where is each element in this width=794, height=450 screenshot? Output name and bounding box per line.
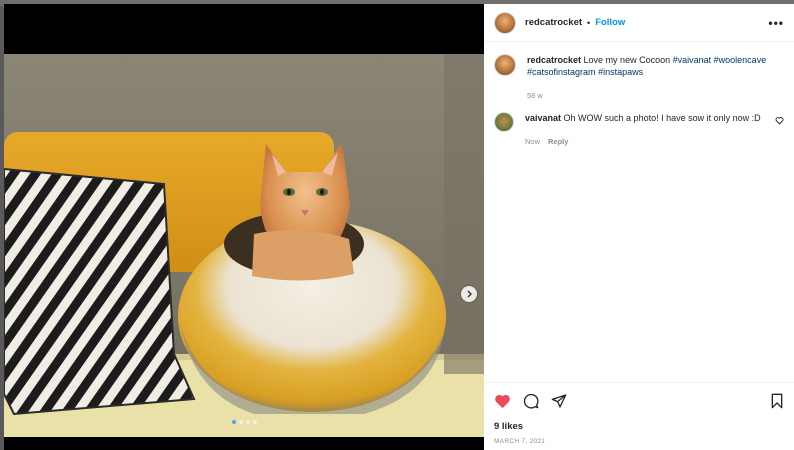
likes-count[interactable]: 9 likes — [494, 421, 784, 432]
carousel-dots — [232, 420, 257, 424]
carousel-dot — [239, 420, 243, 424]
action-icons-row — [494, 391, 784, 411]
hashtag[interactable]: #vaivanat — [673, 55, 712, 65]
caption-username[interactable]: redcatrocket — [527, 55, 581, 65]
commenter-avatar[interactable] — [494, 112, 514, 132]
cat-in-cocoon-photo — [4, 54, 484, 437]
caption-meta: 58 w — [527, 90, 772, 102]
hashtag[interactable]: #instapaws — [598, 67, 643, 77]
more-options-icon[interactable]: ••• — [768, 16, 784, 30]
author-avatar[interactable] — [494, 11, 516, 34]
paper-plane-icon[interactable] — [551, 393, 567, 409]
comments-section: redcatrocket Love my new Cocoon #vaivana… — [484, 42, 794, 148]
comment-body: vaivanat Oh WOW such a photo! I have sow… — [525, 112, 770, 148]
comment-meta: Now Reply — [525, 136, 770, 148]
caption-text: Love my new Cocoon — [583, 55, 671, 65]
comment-time[interactable]: Now — [525, 136, 540, 148]
header-separator: • — [587, 17, 591, 28]
comment-item: vaivanat Oh WOW such a photo! I have sow… — [494, 112, 784, 148]
chevron-right-icon — [467, 290, 472, 298]
comment-bubble-icon[interactable] — [523, 393, 539, 409]
post-media — [4, 4, 484, 450]
hashtag[interactable]: #catsofinstagram — [527, 67, 596, 77]
post-header: redcatrocket • Follow ••• — [484, 4, 794, 42]
post-photo — [4, 54, 484, 437]
carousel-dot — [246, 420, 250, 424]
post-actions: 9 likes MARCH 7, 2021 — [484, 382, 794, 445]
comment-like-heart-outline-icon[interactable] — [775, 116, 784, 125]
caption-body: redcatrocket Love my new Cocoon #vaivana… — [527, 54, 772, 102]
carousel-dot-active — [232, 420, 236, 424]
comment-text: Oh WOW such a photo! I have sow it only … — [563, 113, 761, 123]
caption-age[interactable]: 58 w — [527, 90, 543, 102]
post-date[interactable]: MARCH 7, 2021 — [494, 438, 784, 445]
bookmark-icon[interactable] — [770, 393, 784, 409]
next-slide-button[interactable] — [461, 286, 477, 302]
follow-button[interactable]: Follow — [595, 17, 625, 28]
post-side-panel: redcatrocket • Follow ••• redcatrocket L… — [484, 4, 794, 450]
comment-username[interactable]: vaivanat — [525, 113, 561, 123]
heart-filled-icon[interactable] — [494, 393, 511, 409]
caption: redcatrocket Love my new Cocoon #vaivana… — [494, 54, 784, 102]
reply-button[interactable]: Reply — [548, 136, 568, 148]
caption-avatar[interactable] — [494, 54, 516, 76]
hashtag[interactable]: #woolencave — [714, 55, 767, 65]
author-username[interactable]: redcatrocket — [525, 17, 582, 28]
carousel-dot — [253, 420, 257, 424]
